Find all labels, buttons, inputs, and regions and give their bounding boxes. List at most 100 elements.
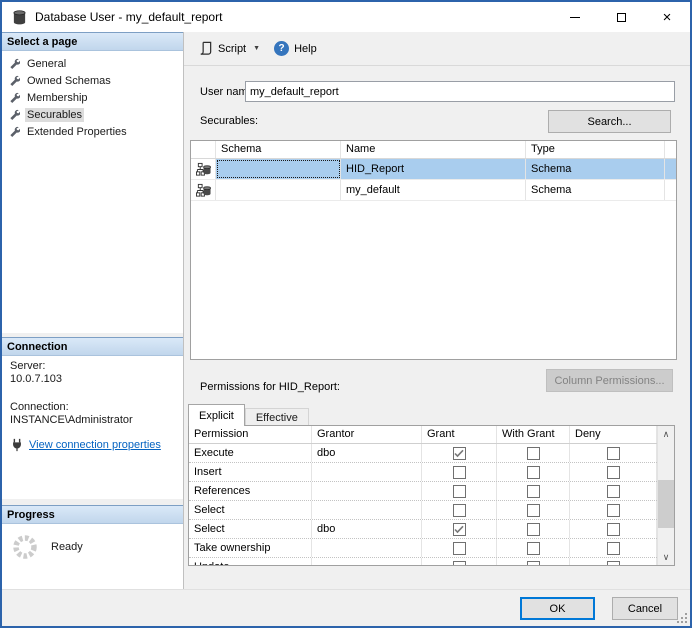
deny-checkbox[interactable] (607, 504, 620, 517)
with-grant-cell (497, 482, 570, 500)
with-grant-checkbox[interactable] (527, 485, 540, 498)
with-grant-cell (497, 520, 570, 538)
grant-checkbox[interactable] (453, 523, 466, 536)
grantor-cell[interactable]: dbo (312, 444, 422, 462)
with-grant-checkbox[interactable] (527, 561, 540, 567)
grantor-cell[interactable] (312, 539, 422, 557)
deny-column-header[interactable]: Deny (570, 426, 657, 443)
deny-checkbox[interactable] (607, 523, 620, 536)
deny-checkbox[interactable] (607, 485, 620, 498)
name-cell[interactable]: my_default (341, 180, 526, 200)
securable-row-my-default[interactable]: my_defaultSchema (191, 180, 676, 201)
with-grant-checkbox[interactable] (527, 504, 540, 517)
grantor-cell[interactable] (312, 501, 422, 519)
grant-checkbox[interactable] (453, 447, 466, 460)
permissions-grid: Permission Grantor Grant With Grant Deny… (188, 425, 675, 566)
grant-checkbox[interactable] (453, 504, 466, 517)
maximize-button[interactable] (598, 2, 644, 32)
user-name-input[interactable] (245, 81, 675, 102)
permission-cell[interactable]: Update (189, 558, 312, 566)
vertical-scrollbar[interactable]: ∧ ∨ (657, 426, 674, 565)
column-permissions-button[interactable]: Column Permissions... (546, 369, 673, 392)
chevron-down-icon: ▼ (253, 45, 260, 52)
wrench-icon (9, 75, 20, 86)
toolbar: Script ▼ ? Help (184, 32, 690, 66)
permission-column-header[interactable]: Permission (189, 426, 312, 443)
securable-row-hid-report[interactable]: HID_ReportSchema (191, 159, 676, 180)
sidebar-item-label: General (25, 57, 68, 71)
permission-cell[interactable]: Take ownership (189, 539, 312, 557)
deny-checkbox[interactable] (607, 561, 620, 567)
with-grant-checkbox[interactable] (527, 523, 540, 536)
permission-cell[interactable]: Select (189, 501, 312, 519)
sidebar-item-owned-schemas[interactable]: Owned Schemas (2, 72, 183, 89)
permission-row-execute: Executedbo (189, 444, 657, 463)
sidebar-item-label: Securables (25, 108, 84, 122)
view-connection-properties-link[interactable]: View connection properties (29, 439, 161, 452)
minimize-icon (570, 17, 580, 18)
deny-cell (570, 463, 657, 481)
maximize-icon (617, 13, 626, 22)
type-column-header[interactable]: Type (526, 141, 665, 158)
minimize-button[interactable] (552, 2, 598, 32)
scroll-up-icon[interactable]: ∧ (658, 426, 674, 442)
grantor-column-header[interactable]: Grantor (312, 426, 422, 443)
tab-explicit[interactable]: Explicit (188, 404, 245, 426)
grant-checkbox[interactable] (453, 561, 466, 567)
sidebar-item-membership[interactable]: Membership (2, 89, 183, 106)
close-icon: × (663, 10, 672, 25)
tab-effective[interactable]: Effective (245, 408, 309, 426)
with-grant-checkbox[interactable] (527, 466, 540, 479)
grantor-cell[interactable] (312, 463, 422, 481)
permission-cell[interactable]: Select (189, 520, 312, 538)
grant-checkbox[interactable] (453, 485, 466, 498)
script-button[interactable]: Script ▼ (192, 37, 266, 60)
permission-row-references: References (189, 482, 657, 501)
type-cell[interactable]: Schema (526, 159, 665, 179)
grant-cell (422, 444, 497, 462)
grant-checkbox[interactable] (453, 542, 466, 555)
sidebar-item-general[interactable]: General (2, 55, 183, 72)
help-button[interactable]: ? Help (268, 37, 323, 60)
deny-cell (570, 482, 657, 500)
with-grant-checkbox[interactable] (527, 447, 540, 460)
sidebar-item-securables[interactable]: Securables (2, 106, 183, 123)
grantor-cell[interactable]: dbo (312, 520, 422, 538)
resize-grip[interactable] (677, 613, 687, 623)
scroll-down-icon[interactable]: ∨ (658, 549, 674, 565)
with-grant-cell (497, 539, 570, 557)
permission-cell[interactable]: References (189, 482, 312, 500)
check-icon (454, 525, 464, 534)
row-selector-cell[interactable] (191, 180, 216, 200)
row-selector-column-header (191, 141, 216, 158)
row-selector-cell[interactable] (191, 159, 216, 179)
with-grant-checkbox[interactable] (527, 542, 540, 555)
securables-grid-header: Schema Name Type (191, 141, 676, 159)
close-button[interactable]: × (644, 2, 690, 32)
scrollbar-thumb[interactable] (658, 480, 674, 528)
sidebar-item-extended-properties[interactable]: Extended Properties (2, 123, 183, 140)
deny-checkbox[interactable] (607, 466, 620, 479)
with-grant-column-header[interactable]: With Grant (497, 426, 570, 443)
schema-column-header[interactable]: Schema (216, 141, 341, 158)
grantor-cell[interactable] (312, 558, 422, 566)
permission-cell[interactable]: Insert (189, 463, 312, 481)
help-icon: ? (274, 41, 289, 56)
with-grant-cell (497, 501, 570, 519)
name-column-header[interactable]: Name (341, 141, 526, 158)
deny-checkbox[interactable] (607, 447, 620, 460)
cancel-button[interactable]: Cancel (612, 597, 678, 620)
wrench-icon (9, 109, 20, 120)
grantor-cell[interactable] (312, 482, 422, 500)
search-button[interactable]: Search... (548, 110, 671, 133)
deny-checkbox[interactable] (607, 542, 620, 555)
name-cell[interactable]: HID_Report (341, 159, 526, 179)
type-cell[interactable]: Schema (526, 180, 665, 200)
ok-button[interactable]: OK (520, 597, 595, 620)
schema-cell[interactable] (216, 159, 341, 179)
permission-cell[interactable]: Execute (189, 444, 312, 462)
grant-checkbox[interactable] (453, 466, 466, 479)
grant-column-header[interactable]: Grant (422, 426, 497, 443)
deny-cell (570, 444, 657, 462)
schema-cell[interactable] (216, 180, 341, 200)
